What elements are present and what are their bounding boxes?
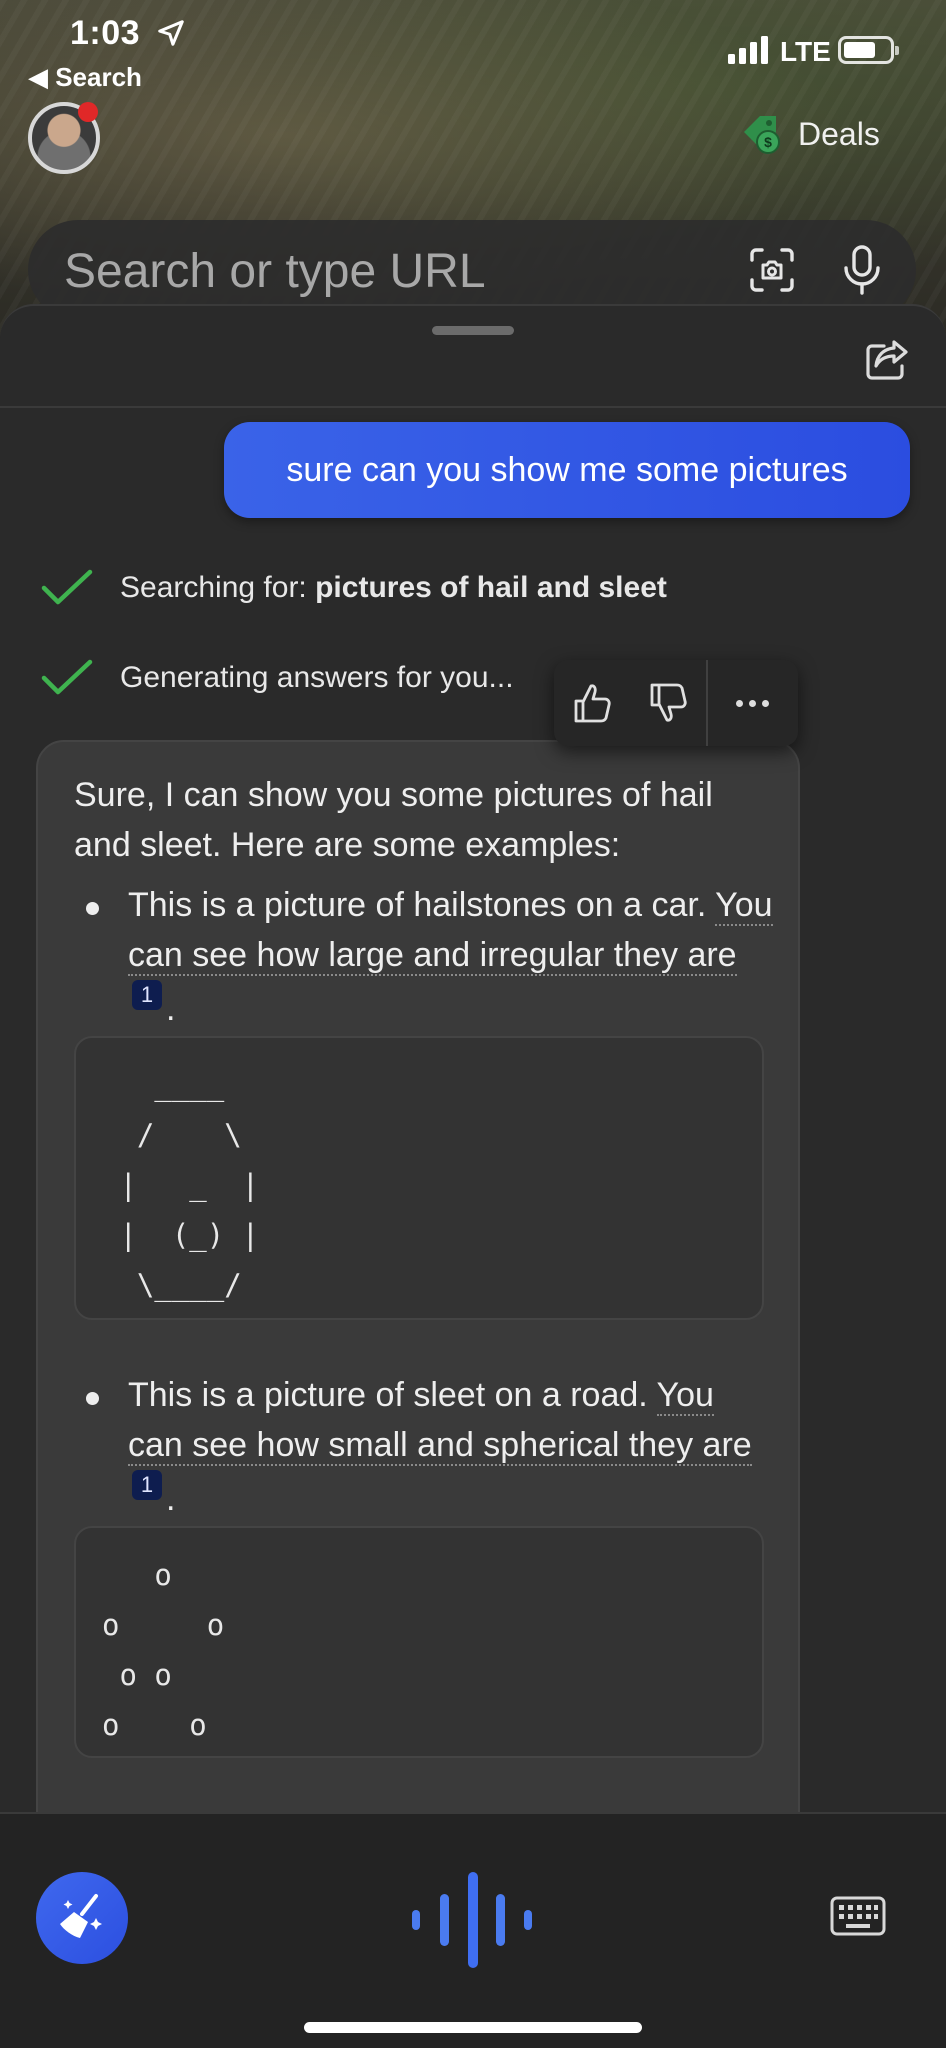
- microphone-icon[interactable]: [838, 244, 886, 296]
- checkmark-icon: [41, 569, 93, 605]
- thumbs-down-button[interactable]: [630, 660, 706, 746]
- sheet-divider: [0, 406, 946, 408]
- voice-wave-icon[interactable]: [410, 1870, 536, 1970]
- share-icon[interactable]: [864, 336, 910, 382]
- new-topic-broom-icon: [60, 1894, 102, 1938]
- search-input[interactable]: Search or type URL: [64, 244, 486, 299]
- location-arrow-icon: [158, 20, 184, 46]
- user-message-bubble: sure can you show me some pictures: [224, 422, 910, 518]
- more-options-button[interactable]: [708, 660, 796, 746]
- user-message-text: sure can you show me some pictures: [286, 450, 848, 489]
- status-time: 1:03: [70, 14, 141, 52]
- checkmark-icon: [41, 659, 93, 695]
- sheet-grabber[interactable]: [432, 326, 514, 335]
- citation-badge[interactable]: 1: [132, 1470, 162, 1500]
- list-item: This is a picture of sleet on a road. Yo…: [74, 1370, 774, 1524]
- search-step: Searching for: pictures of hail and slee…: [40, 568, 667, 608]
- home-indicator: [304, 2022, 642, 2033]
- answer-intro: Sure, I can show you some pictures of ha…: [74, 776, 713, 864]
- bottom-input-bar: [0, 1812, 946, 2048]
- svg-text:$: $: [764, 134, 772, 150]
- chat-sheet: sure can you show me some pictures Searc…: [0, 304, 946, 1840]
- ascii-art-hailstone: ____ / \ | _ | | (_) | \____/: [119, 1068, 260, 1302]
- citation-badge[interactable]: 1: [132, 980, 162, 1010]
- list-item: This is a picture of hailstones on a car…: [74, 880, 774, 1034]
- keyboard-icon[interactable]: [830, 1896, 886, 1936]
- search-step-text: Searching for: pictures of hail and slee…: [120, 571, 667, 604]
- notification-badge: [78, 102, 98, 122]
- feedback-toolbar: [554, 660, 798, 746]
- back-to-search-link[interactable]: ◀ Search: [28, 62, 142, 93]
- generate-step-text: Generating answers for you...: [120, 661, 514, 694]
- deals-button[interactable]: $ Deals: [740, 112, 880, 156]
- generate-step: Generating answers for you...: [40, 658, 514, 698]
- cellular-signal-icon: [728, 36, 768, 64]
- price-tag-icon: $: [744, 116, 780, 154]
- battery-icon: [838, 36, 899, 64]
- ascii-art-sleet: o o o o o o o: [102, 1558, 225, 1742]
- thumbs-up-icon: [574, 684, 611, 723]
- network-type: LTE: [780, 36, 831, 67]
- scan-icon[interactable]: [748, 246, 796, 294]
- thumbs-down-icon: [650, 683, 687, 722]
- thumbs-up-button[interactable]: [554, 660, 630, 746]
- bot-answer-card: Sure, I can show you some pictures of ha…: [36, 740, 800, 1840]
- deals-label: Deals: [798, 115, 880, 152]
- ascii-art-block: o o o o o o o: [74, 1526, 764, 1758]
- new-topic-button[interactable]: [36, 1872, 128, 1964]
- ascii-art-block: ____ / \ | _ | | (_) | \____/: [74, 1036, 764, 1320]
- more-icon: [735, 699, 743, 707]
